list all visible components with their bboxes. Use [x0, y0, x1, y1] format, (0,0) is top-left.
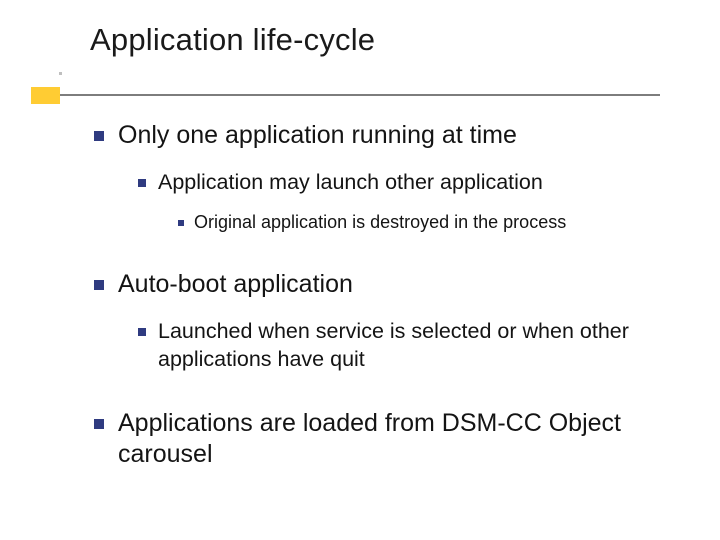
bullet-text: Applications are loaded from DSM-CC Obje… — [118, 408, 684, 471]
slide-body: Only one application running at time App… — [94, 120, 684, 498]
square-bullet-icon — [94, 419, 104, 429]
bullet-level2: Application may launch other application… — [138, 169, 684, 234]
bullet-level1: Auto-boot application Launched when serv… — [94, 269, 684, 374]
accent-tiny-square — [59, 72, 62, 75]
accent-yellow-block — [31, 87, 60, 104]
list-item: Only one application running at time — [94, 120, 684, 151]
slide-title: Application life-cycle — [90, 22, 375, 58]
list-item: Auto-boot application — [94, 269, 684, 300]
bullet-text: Launched when service is selected or whe… — [158, 318, 684, 374]
square-bullet-icon — [94, 131, 104, 141]
bullet-level2: Launched when service is selected or whe… — [138, 318, 684, 374]
bullet-level1: Applications are loaded from DSM-CC Obje… — [94, 408, 684, 471]
square-bullet-icon — [138, 179, 146, 187]
bullet-text: Only one application running at time — [118, 120, 517, 151]
title-underline — [60, 94, 660, 96]
list-item: Application may launch other application — [138, 169, 684, 197]
bullet-text: Original application is destroyed in the… — [194, 211, 566, 234]
list-item: Launched when service is selected or whe… — [138, 318, 684, 374]
square-bullet-icon — [138, 328, 146, 336]
square-bullet-icon — [94, 280, 104, 290]
square-bullet-icon — [178, 220, 184, 226]
bullet-text: Application may launch other application — [158, 169, 543, 197]
bullet-text: Auto-boot application — [118, 269, 353, 300]
slide: Application life-cycle Only one applicat… — [0, 0, 720, 540]
bullet-level3: Original application is destroyed in the… — [178, 211, 684, 234]
bullet-level1: Only one application running at time App… — [94, 120, 684, 235]
list-item: Original application is destroyed in the… — [178, 211, 684, 234]
list-item: Applications are loaded from DSM-CC Obje… — [94, 408, 684, 471]
